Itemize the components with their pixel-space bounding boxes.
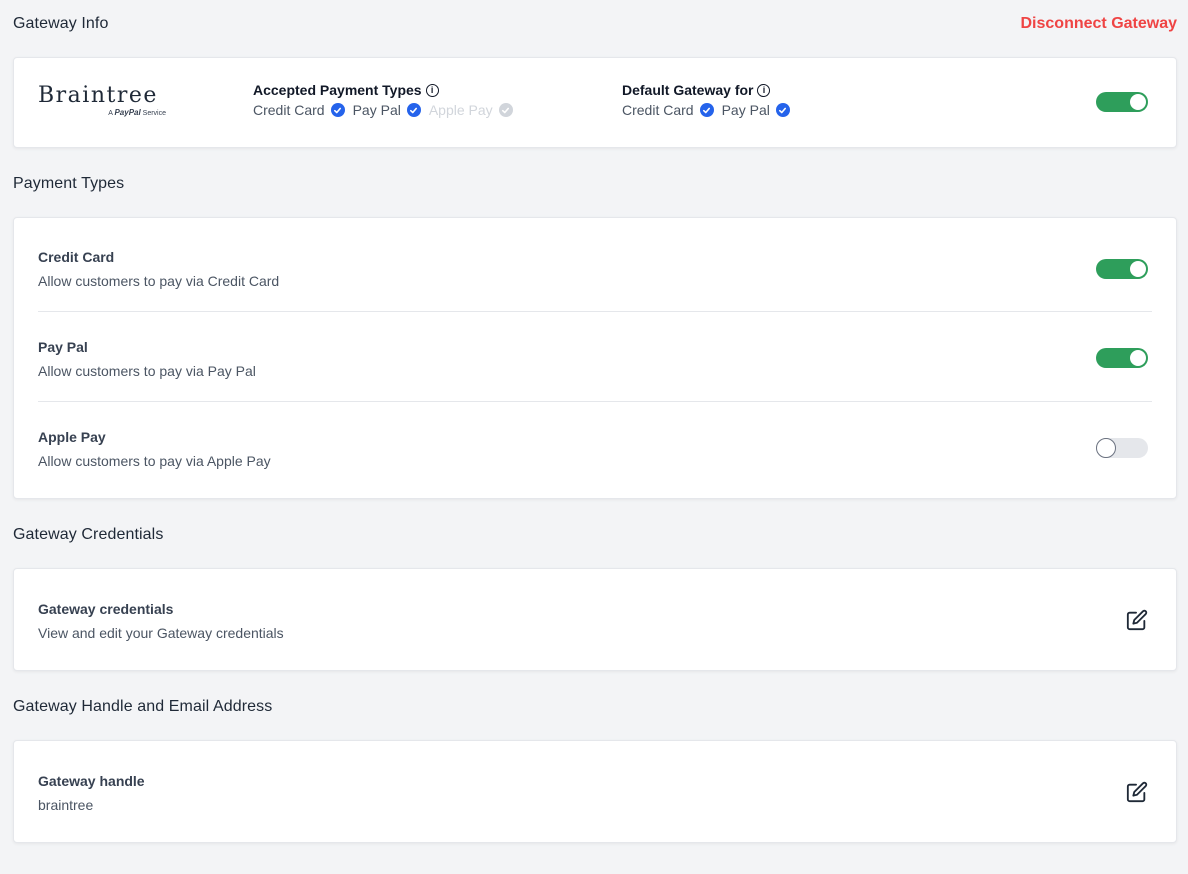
divider	[38, 401, 1152, 402]
logo-tagline: A PayPal Service	[38, 108, 168, 117]
default-gateway-for: Default Gateway for i Credit Card Pay Pal	[622, 82, 798, 118]
disconnect-gateway-button[interactable]: Disconnect Gateway	[1021, 15, 1178, 33]
check-circle-icon	[330, 103, 345, 117]
payment-type-row-pay-pal: Pay Pal Allow customers to pay via Pay P…	[38, 339, 1152, 379]
gateway-info-card: Braintree A PayPal Service Accepted Paym…	[13, 57, 1177, 148]
gateway-enabled-toggle[interactable]	[1096, 92, 1148, 112]
default-gateway-label: Default Gateway for	[622, 82, 754, 98]
payment-type-chip: Apple Pay	[429, 102, 513, 118]
gateway-handle-card: Gateway handle braintree	[13, 740, 1177, 843]
payment-types-card: Credit Card Allow customers to pay via C…	[13, 217, 1177, 499]
payment-type-label: Apple Pay	[428, 102, 493, 118]
payment-type-title: Credit Card	[38, 249, 115, 265]
payment-type-desc: Allow customers to pay via Credit Card	[38, 273, 280, 289]
accepted-types-list: Credit Card Pay Pal Apple Pay	[253, 102, 521, 118]
payment-type-chip: Credit Card	[253, 102, 345, 118]
gateway-handle-row: Gateway handle braintree	[38, 773, 1152, 813]
payment-type-label: Pay Pal	[352, 102, 401, 118]
payment-type-label: Credit Card	[622, 102, 694, 118]
info-icon[interactable]: i	[425, 83, 439, 97]
toggle-knob	[1129, 349, 1147, 367]
pay-pal-toggle[interactable]	[1096, 348, 1148, 368]
payment-type-row-credit-card: Credit Card Allow customers to pay via C…	[38, 249, 1152, 289]
payment-type-chip: Pay Pal	[353, 102, 421, 118]
payment-type-title: Apple Pay	[38, 429, 106, 445]
braintree-logo: Braintree A PayPal Service	[38, 83, 168, 118]
default-types-list: Credit Card Pay Pal	[622, 102, 798, 118]
edit-icon	[1126, 609, 1148, 631]
toggle-knob	[1129, 260, 1147, 278]
check-circle-icon	[406, 103, 421, 117]
gateway-credentials-card: Gateway credentials View and edit your G…	[13, 568, 1177, 671]
payment-type-desc: Allow customers to pay via Apple Pay	[38, 453, 271, 469]
logo-tagline-prefix: A	[108, 110, 113, 117]
gateway-credentials-row: Gateway credentials View and edit your G…	[38, 601, 1152, 641]
gateway-credentials-title: Gateway Credentials	[13, 526, 164, 543]
payment-type-row-apple-pay: Apple Pay Allow customers to pay via App…	[38, 429, 1152, 469]
check-circle-icon	[498, 103, 513, 117]
accepted-payment-types-label-row: Accepted Payment Types i	[253, 82, 521, 98]
credentials-desc: View and edit your Gateway credentials	[38, 625, 284, 641]
toggle-knob	[1129, 93, 1147, 111]
toggle-knob	[1096, 438, 1116, 458]
payment-type-label: Credit Card	[253, 102, 325, 118]
accepted-payment-types-label: Accepted Payment Types	[253, 82, 422, 98]
divider	[38, 311, 1152, 312]
gateway-info-title: Gateway Info	[13, 15, 109, 32]
gateway-handle-title: Gateway Handle and Email Address	[13, 698, 273, 715]
edit-handle-button[interactable]	[1126, 781, 1148, 803]
payment-type-chip: Credit Card	[622, 102, 714, 118]
credentials-title: Gateway credentials	[38, 601, 174, 617]
logo-wordmark: Braintree	[38, 83, 158, 108]
accepted-payment-types: Accepted Payment Types i Credit Card Pay …	[253, 82, 521, 118]
credit-card-toggle[interactable]	[1096, 259, 1148, 279]
info-icon[interactable]: i	[757, 83, 771, 97]
handle-title: Gateway handle	[38, 773, 145, 789]
payment-type-desc: Allow customers to pay via Pay Pal	[38, 363, 256, 379]
check-circle-icon	[775, 103, 790, 117]
check-circle-icon	[699, 103, 714, 117]
handle-value: braintree	[38, 797, 94, 813]
payment-type-label: Pay Pal	[721, 102, 770, 118]
apple-pay-toggle[interactable]	[1096, 438, 1148, 458]
logo-tagline-brand: PayPal	[114, 108, 141, 117]
edit-icon	[1126, 781, 1148, 803]
default-gateway-label-row: Default Gateway for i	[622, 82, 798, 98]
payment-type-title: Pay Pal	[38, 339, 88, 355]
payment-type-chip: Pay Pal	[722, 102, 790, 118]
edit-credentials-button[interactable]	[1126, 609, 1148, 631]
payment-types-title: Payment Types	[13, 175, 125, 192]
logo-tagline-suffix: Service	[142, 110, 166, 117]
